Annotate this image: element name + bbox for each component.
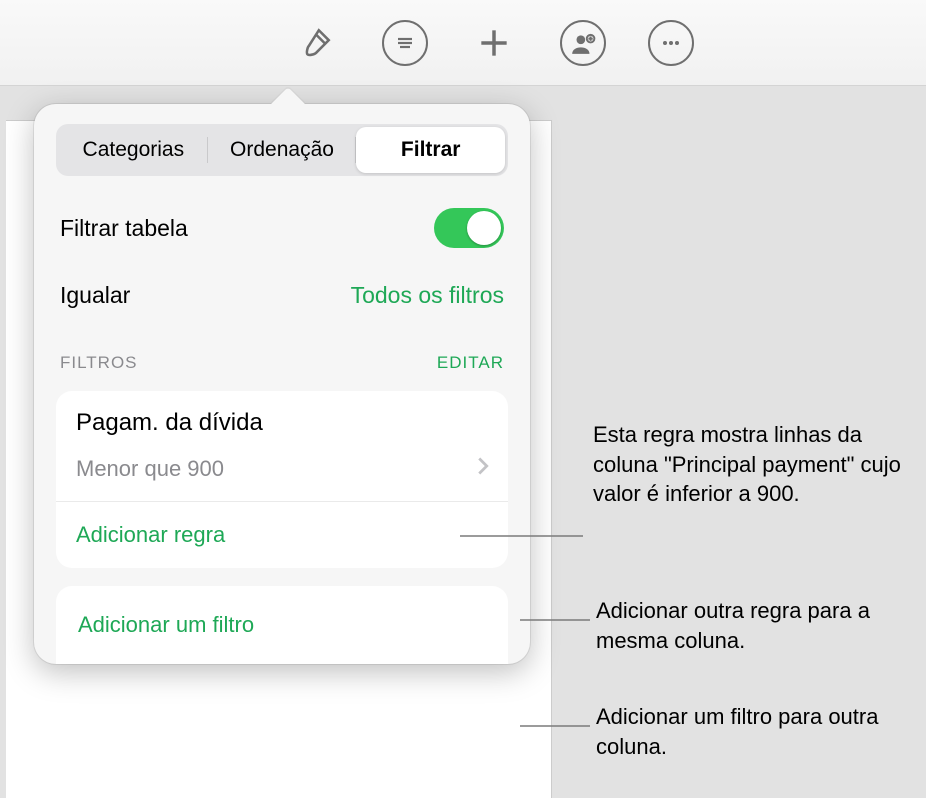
filter-rule-row[interactable]: Menor que 900 — [56, 445, 508, 502]
filter-card: Pagam. da dívida Menor que 900 Adicionar… — [56, 391, 508, 568]
filters-section-header: FILTROS EDITAR — [34, 319, 530, 383]
filter-table-row: Filtrar tabela — [34, 194, 530, 262]
add-rule-label: Adicionar regra — [76, 522, 225, 547]
add-filter-label: Adicionar um filtro — [78, 612, 254, 637]
add-rule-button[interactable]: Adicionar regra — [56, 502, 508, 568]
tab-label: Ordenação — [230, 138, 334, 162]
match-row[interactable]: Igualar Todos os filtros — [34, 262, 530, 319]
toolbar — [0, 0, 926, 86]
tab-filter[interactable]: Filtrar — [356, 127, 505, 173]
add-filter-button[interactable]: Adicionar um filtro — [56, 586, 508, 664]
tab-label: Categorias — [83, 138, 185, 162]
filter-rule-text: Menor que 900 — [76, 456, 224, 482]
callout-3: Adicionar um filtro para outra coluna. — [596, 702, 916, 761]
tab-segmented-control: Categorias Ordenação Filtrar — [56, 124, 508, 176]
edit-button[interactable]: EDITAR — [437, 353, 504, 373]
brush-icon[interactable] — [292, 19, 340, 67]
collaborate-icon[interactable] — [560, 20, 606, 66]
match-value: Todos os filtros — [351, 282, 504, 309]
filter-popover: Categorias Ordenação Filtrar Filtrar tab… — [34, 104, 530, 664]
filter-table-toggle[interactable] — [434, 208, 504, 248]
filter-table-label: Filtrar tabela — [60, 215, 188, 242]
chevron-right-icon — [476, 455, 490, 483]
list-icon[interactable] — [382, 20, 428, 66]
plus-icon[interactable] — [470, 19, 518, 67]
filter-column-name: Pagam. da dívida — [56, 391, 508, 445]
tab-label: Filtrar — [401, 138, 461, 162]
callout-2: Adicionar outra regra para a mesma colun… — [596, 596, 916, 655]
filters-label: FILTROS — [60, 353, 138, 373]
add-filter-card: Adicionar um filtro — [56, 586, 508, 664]
callout-1: Esta regra mostra linhas da coluna "Prin… — [593, 420, 913, 509]
tab-categories[interactable]: Categorias — [59, 127, 208, 173]
tab-sort[interactable]: Ordenação — [208, 127, 357, 173]
more-icon[interactable] — [648, 20, 694, 66]
match-label: Igualar — [60, 282, 130, 309]
